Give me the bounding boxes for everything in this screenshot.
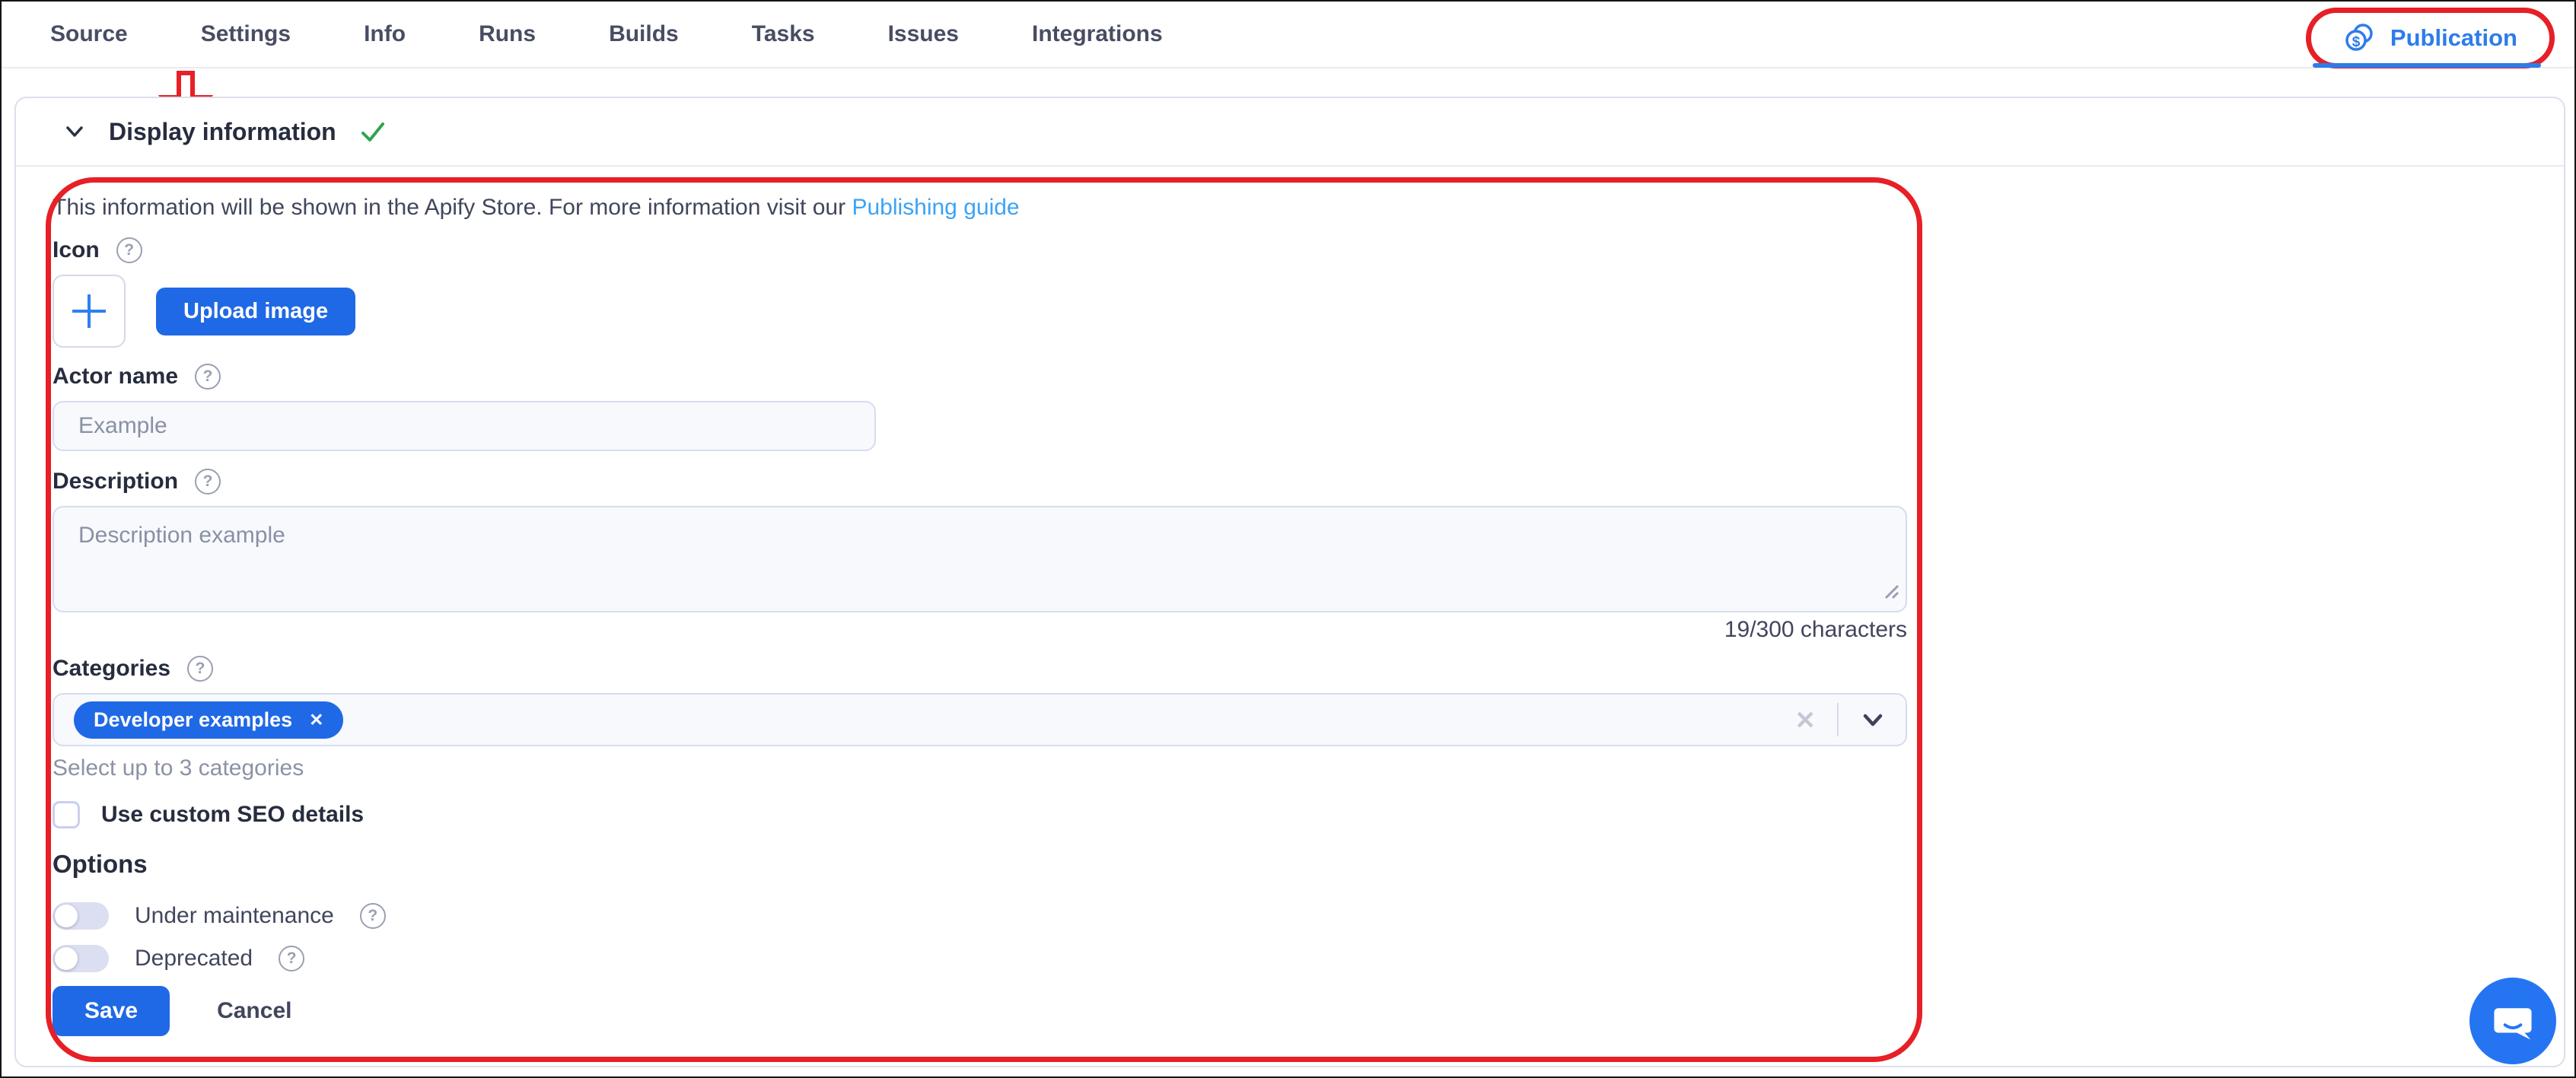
options-heading: Options	[53, 850, 2518, 880]
intro-text: This information will be shown in the Ap…	[53, 194, 2518, 221]
tab-builds[interactable]: Builds	[609, 21, 679, 47]
categories-helper-text: Select up to 3 categories	[53, 755, 2518, 781]
under-maintenance-label: Under maintenance	[135, 903, 334, 929]
character-counter: 19/300 characters	[53, 617, 1907, 643]
actor-name-label-text: Actor name	[53, 364, 178, 390]
under-maintenance-toggle[interactable]	[53, 902, 109, 930]
display-information-form: This information will be shown in the Ap…	[16, 167, 2564, 1037]
seo-checkbox[interactable]	[53, 801, 80, 828]
clear-selection-icon[interactable]: ✕	[1794, 705, 1816, 735]
actor-name-field-label: Actor name ?	[53, 363, 2518, 390]
annotation-circle-publication: $ Publication	[2306, 8, 2555, 68]
deprecated-toggle[interactable]	[53, 945, 109, 972]
tag-remove-icon[interactable]: ✕	[309, 710, 323, 730]
help-icon[interactable]: ?	[360, 903, 386, 929]
chevron-down-icon[interactable]	[62, 119, 88, 145]
description-textarea[interactable]	[53, 506, 1907, 612]
check-icon	[358, 116, 388, 147]
icon-upload-row: Upload image	[53, 275, 2518, 348]
seo-checkbox-label[interactable]: Use custom SEO details	[101, 802, 364, 828]
icon-field-label: Icon ?	[53, 237, 2518, 264]
tab-publication[interactable]: Publication	[2390, 24, 2517, 52]
seo-checkbox-row: Use custom SEO details	[53, 800, 2518, 830]
publication-panel: Display information This information wil…	[14, 97, 2565, 1067]
description-textarea-wrap	[53, 506, 1907, 612]
help-icon[interactable]: ?	[195, 469, 221, 494]
cancel-button[interactable]: Cancel	[217, 998, 291, 1024]
deprecated-row: Deprecated ?	[53, 943, 2518, 975]
help-icon[interactable]: ?	[195, 364, 221, 390]
divider	[1837, 703, 1839, 736]
description-field-label: Description ?	[53, 468, 2518, 495]
under-maintenance-row: Under maintenance ?	[53, 900, 2518, 932]
tab-info[interactable]: Info	[364, 21, 406, 47]
tab-integrations[interactable]: Integrations	[1032, 21, 1163, 47]
tab-settings[interactable]: Settings	[201, 21, 291, 47]
help-icon[interactable]: ?	[116, 237, 142, 263]
coins-dollar-icon: $	[2343, 22, 2375, 54]
tab-source[interactable]: Source	[50, 21, 128, 47]
categories-field-label: Categories ?	[53, 655, 2518, 682]
help-icon[interactable]: ?	[279, 946, 304, 971]
tab-runs[interactable]: Runs	[479, 21, 536, 47]
active-tab-underline	[2313, 63, 2541, 68]
icon-upload-dropzone[interactable]	[53, 275, 126, 348]
toggle-knob	[55, 947, 78, 970]
chat-bubble-icon	[2489, 997, 2536, 1045]
tab-tasks[interactable]: Tasks	[752, 21, 815, 47]
save-button[interactable]: Save	[53, 986, 170, 1036]
svg-text:$: $	[2352, 34, 2361, 50]
description-label-text: Description	[53, 469, 178, 494]
screenshot-root: Source Settings Info Runs Builds Tasks I…	[0, 0, 2576, 1078]
tab-issues[interactable]: Issues	[888, 21, 959, 47]
intro-text-static: This information will be shown in the Ap…	[53, 195, 845, 220]
category-tag-label: Developer examples	[94, 708, 292, 732]
toggle-knob	[55, 905, 78, 927]
categories-label-text: Categories	[53, 656, 170, 682]
publishing-guide-link[interactable]: Publishing guide	[852, 195, 1019, 220]
chevron-down-icon[interactable]	[1860, 707, 1886, 733]
plus-icon	[66, 288, 112, 334]
category-tag[interactable]: Developer examples ✕	[74, 701, 343, 739]
upload-image-button[interactable]: Upload image	[156, 288, 355, 335]
deprecated-label: Deprecated	[135, 946, 253, 971]
section-title: Display information	[109, 118, 336, 146]
chat-launcher-button[interactable]	[2469, 978, 2556, 1064]
help-icon[interactable]: ?	[187, 656, 213, 682]
tab-bar: Source Settings Info Runs Builds Tasks I…	[2, 2, 2574, 68]
icon-label-text: Icon	[53, 237, 100, 263]
form-actions: Save Cancel	[53, 985, 2518, 1037]
section-header-display-information[interactable]: Display information	[16, 98, 2564, 167]
select-controls: ✕	[1794, 703, 1886, 736]
actor-name-input[interactable]	[53, 401, 876, 451]
categories-multiselect[interactable]: Developer examples ✕ ✕	[53, 693, 1907, 746]
